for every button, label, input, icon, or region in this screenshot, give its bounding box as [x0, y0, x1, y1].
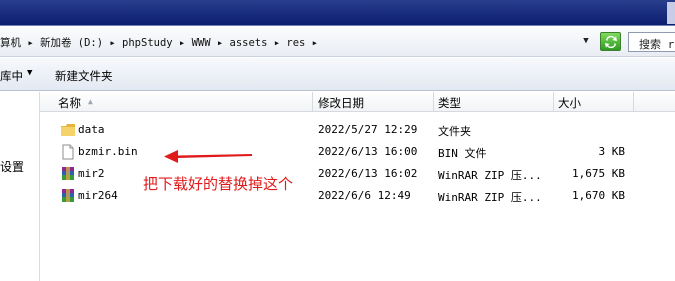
file-size: 1,675 KB: [572, 167, 625, 180]
winrar-icon: [62, 189, 74, 202]
file-row[interactable]: data 2022/5/27 12:29 文件夹: [40, 119, 675, 141]
organize-button[interactable]: 库中: [0, 68, 23, 84]
file-type: 文件夹: [438, 125, 471, 138]
sort-ascending-icon: ▲: [88, 97, 93, 106]
chevron-down-icon[interactable]: ▼: [27, 68, 32, 78]
column-divider[interactable]: [553, 92, 554, 112]
column-header-type[interactable]: 类型: [438, 95, 461, 111]
file-type: WinRAR ZIP 压...: [438, 191, 542, 204]
file-name: mir2: [78, 167, 105, 180]
file-date: 2022/6/6 12:49: [318, 189, 411, 202]
file-name: mir264: [78, 189, 118, 202]
navigation-pane: 设置: [0, 92, 40, 281]
column-divider[interactable]: [633, 92, 634, 112]
column-headers: 名称 ▲ 修改日期 类型 大小: [40, 92, 675, 112]
command-toolbar: 库中 ▼ 新建文件夹: [0, 58, 675, 91]
address-breadcrumb[interactable]: 算机 ▸ 新加卷 (D:) ▸ phpStudy ▸ WWW ▸ assets …: [0, 35, 318, 50]
address-bar: 算机 ▸ 新加卷 (D:) ▸ phpStudy ▸ WWW ▸ assets …: [0, 27, 675, 57]
file-name: data: [78, 123, 105, 136]
file-row[interactable]: mir2 2022/6/13 16:02 WinRAR ZIP 压... 1,6…: [40, 163, 675, 185]
annotation-arrow-icon: [164, 150, 252, 163]
refresh-icon: [605, 35, 617, 49]
winrar-icon: [62, 167, 74, 180]
file-row[interactable]: bzmir.bin 2022/6/13 16:00 BIN 文件 3 KB: [40, 141, 675, 163]
column-header-name[interactable]: 名称: [58, 95, 81, 111]
file-size: 3 KB: [598, 145, 626, 158]
file-date: 2022/5/27 12:29: [318, 123, 418, 136]
search-input[interactable]: 搜索 r: [628, 32, 675, 52]
title-bar-accent: [667, 2, 675, 24]
new-folder-button[interactable]: 新建文件夹: [55, 68, 113, 84]
address-dropdown-icon[interactable]: ▼: [579, 34, 593, 48]
annotation-text: 把下载好的替换掉这个: [143, 175, 294, 193]
search-placeholder: 搜索 r: [639, 38, 675, 51]
column-divider[interactable]: [312, 92, 313, 112]
window-title-bar: [0, 0, 675, 26]
file-icon: [62, 144, 74, 160]
file-date: 2022/6/13 16:02: [318, 167, 418, 180]
folder-icon: [61, 124, 75, 136]
column-header-date[interactable]: 修改日期: [318, 95, 364, 111]
file-date: 2022/6/13 16:00: [318, 145, 418, 158]
file-name: bzmir.bin: [78, 145, 138, 158]
nav-item-settings[interactable]: 设置: [0, 158, 24, 175]
column-header-size[interactable]: 大小: [558, 95, 581, 111]
refresh-button[interactable]: [600, 32, 621, 51]
file-row[interactable]: mir264 2022/6/6 12:49 WinRAR ZIP 压... 1,…: [40, 185, 675, 207]
file-type: WinRAR ZIP 压...: [438, 169, 542, 182]
file-type: BIN 文件: [438, 147, 487, 160]
file-size: 1,670 KB: [572, 189, 625, 202]
column-divider[interactable]: [433, 92, 434, 112]
